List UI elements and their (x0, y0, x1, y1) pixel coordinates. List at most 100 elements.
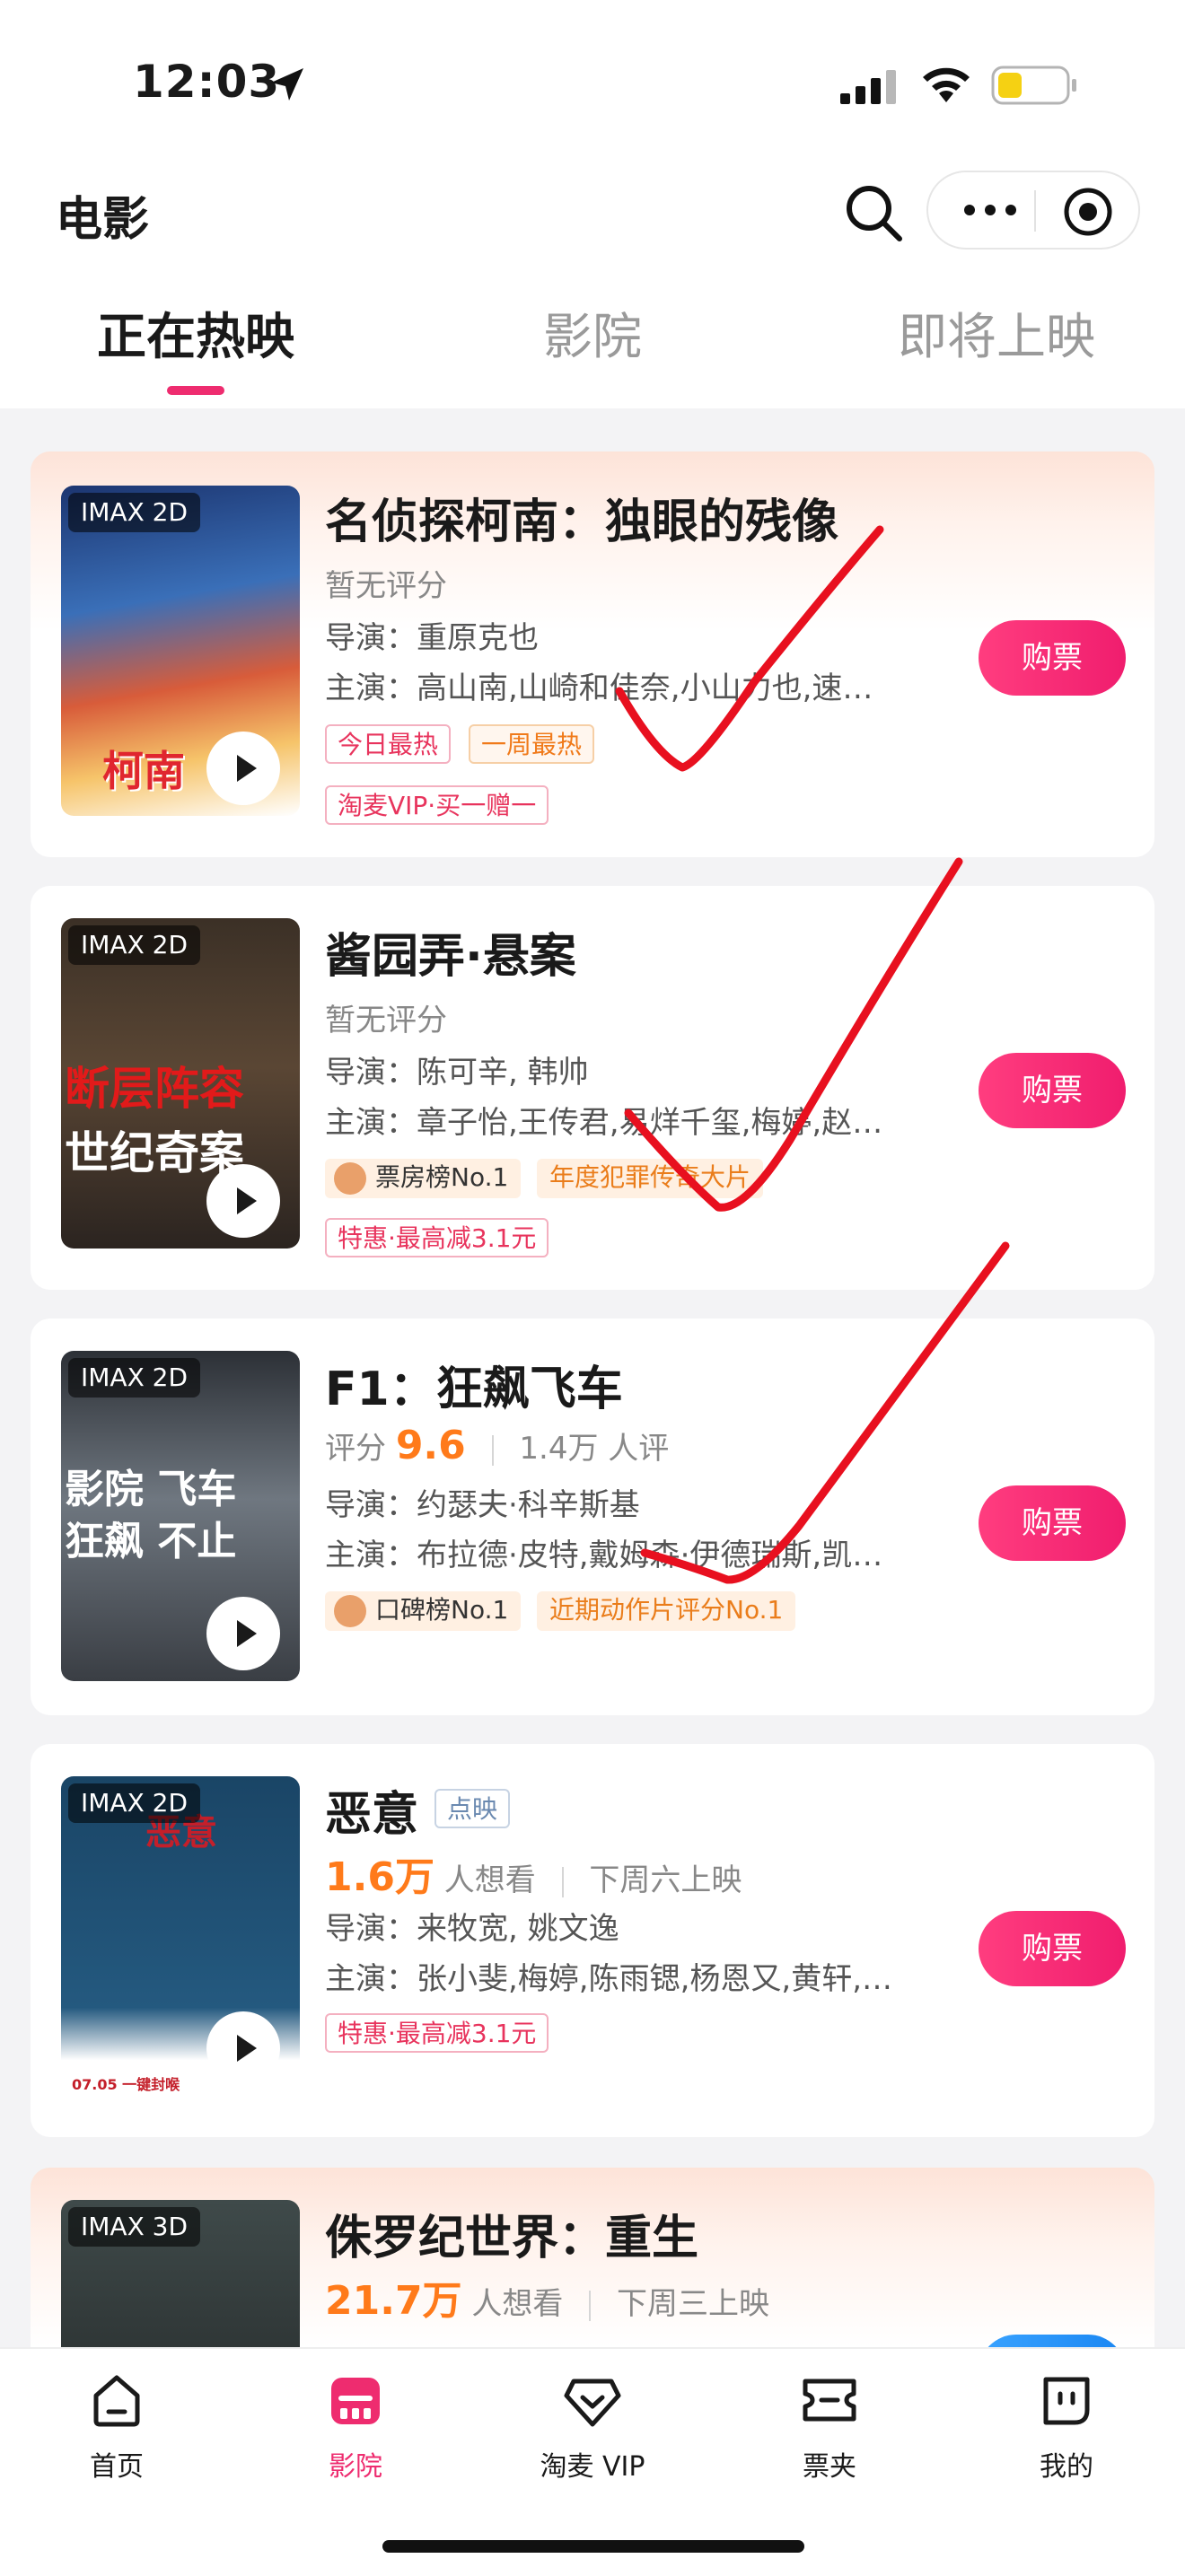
movie-card[interactable]: 断层阵容 世纪奇案 IMAX 2D 酱园弄·悬案 暂无评分 导演：陈可辛, 韩帅… (31, 886, 1154, 1290)
movie-card[interactable]: IMAX 3D 侏罗纪世界：重生 21.7万 人想看 下周三上映 (31, 2168, 1154, 2347)
movie-poster[interactable]: 断层阵容 世纪奇案 IMAX 2D (61, 918, 300, 1249)
director-text: 导演：重原克也 (325, 620, 539, 656)
nav-ticket-wallet[interactable]: 票夹 (749, 2369, 910, 2484)
movie-card[interactable]: 恶意 07.05 一键封喉 IMAX 2D 恶意 点映 1.6万 人想看 下周六… (31, 1744, 1154, 2137)
director-text: 导演：来牧宽, 姚文逸 (325, 1911, 619, 1947)
rank-tag-label: 票房榜No.1 (375, 1162, 509, 1192)
want-label: 人想看 (443, 1862, 536, 1898)
home-icon (93, 2375, 140, 2427)
search-icon[interactable] (842, 181, 907, 246)
wifi-icon (923, 67, 970, 102)
director-text: 导演：陈可辛, 韩帅 (325, 1055, 589, 1091)
format-badge: IMAX 3D (68, 2207, 201, 2247)
poster-title-art: 影院 飞车 (65, 1467, 237, 1512)
movie-card[interactable]: 影院 飞车 狂飙 不止 IMAX 2D F1：狂飙飞车 评分 9.6 1.4万 … (31, 1319, 1154, 1715)
rank-badge-icon (334, 1162, 366, 1195)
promo-tag: 淘麦VIP·买一赠一 (325, 785, 549, 825)
nav-vip[interactable]: 淘麦 VIP (512, 2369, 673, 2484)
cellular-signal-icon (840, 70, 896, 104)
movie-title: 酱园弄·悬案 (325, 930, 576, 984)
tab-cinemas[interactable]: 影院 (503, 296, 682, 377)
capsule-divider (1034, 190, 1036, 232)
director-text: 导演：约瑟夫·科辛斯基 (325, 1487, 640, 1523)
poster-title-art: 世纪奇案 (65, 1127, 244, 1179)
want-label: 人想看 (471, 2286, 564, 2322)
want-separator (561, 1866, 564, 1897)
movie-title: F1：狂飙飞车 (325, 1362, 623, 1416)
hot-week-tag: 一周最热 (469, 724, 595, 764)
genre-tag: 近期动作片评分No.1 (537, 1591, 796, 1631)
format-badge: IMAX 2D (68, 925, 201, 965)
status-bar: 12:03 (0, 0, 1185, 171)
diamond-icon (564, 2379, 621, 2427)
poster-title-art: 柯南 (102, 747, 185, 795)
want-count: 21.7万 (325, 2278, 462, 2324)
cast-text: 主演：高山南,山崎和佳奈,小山力也,速… (325, 670, 873, 706)
release-text: 下周六上映 (589, 1862, 742, 1898)
hot-today-tag: 今日最热 (325, 724, 452, 764)
format-badge: IMAX 2D (68, 493, 201, 532)
movie-poster[interactable]: 影院 飞车 狂飙 不止 IMAX 2D (61, 1351, 300, 1681)
movie-title: 恶意 (325, 1788, 419, 1842)
want-count: 1.6万 (325, 1854, 434, 1900)
poster-title-art: 断层阵容 (65, 1063, 244, 1115)
promo-tag: 特惠·最高减3.1元 (325, 2013, 549, 2053)
nav-label: 票夹 (803, 2451, 856, 2483)
presale-button[interactable] (979, 2335, 1126, 2347)
want-row: 21.7万 人想看 下周三上映 (325, 2268, 769, 2326)
movie-poster[interactable]: IMAX 3D (61, 2200, 300, 2347)
genre-tag: 年度犯罪传奇大片 (537, 1159, 764, 1198)
cast-text: 主演：张小斐,梅婷,陈雨锶,杨恩又,黄轩,… (325, 1961, 893, 1997)
location-arrow-icon (271, 68, 303, 101)
score-value: 9.6 (395, 1423, 466, 1468)
movie-poster[interactable]: 柯南 IMAX 2D (61, 486, 300, 816)
page-title: 电影 (56, 193, 150, 247)
nav-profile[interactable]: 我的 (986, 2369, 1147, 2484)
tab-coming-soon[interactable]: 即将上映 (880, 296, 1113, 377)
buy-ticket-button[interactable]: 购票 (979, 1053, 1126, 1128)
close-mini-program-icon[interactable] (1061, 185, 1115, 239)
play-trailer-icon[interactable] (206, 1164, 280, 1238)
release-text: 下周三上映 (617, 2286, 769, 2322)
score-row: 评分 9.6 1.4万 人评 (325, 1423, 669, 1468)
buy-ticket-button[interactable]: 购票 (979, 620, 1126, 696)
promo-tag: 特惠·最高减3.1元 (325, 1218, 549, 1257)
ticket-icon (803, 2379, 856, 2422)
movie-title: 侏罗纪世界：重生 (325, 2212, 699, 2265)
rank-badge-icon (334, 1595, 366, 1627)
cinema-icon (331, 2378, 380, 2424)
tab-now-showing[interactable]: 正在热映 (88, 296, 303, 377)
rating-text: 暂无评分 (325, 568, 447, 604)
battery-icon (991, 66, 1076, 105)
nav-label: 首页 (90, 2451, 144, 2483)
nav-home[interactable]: 首页 (36, 2369, 198, 2484)
format-badge: IMAX 2D (68, 1358, 201, 1398)
play-trailer-icon[interactable] (206, 1597, 280, 1670)
want-row: 1.6万 人想看 下周六上映 (325, 1844, 742, 1902)
play-trailer-icon[interactable] (206, 732, 280, 805)
status-time: 12:03 (133, 56, 281, 108)
buy-ticket-button[interactable]: 购票 (979, 1485, 1126, 1561)
score-separator (491, 1434, 494, 1466)
play-trailer-icon[interactable] (206, 2011, 280, 2085)
cast-text: 主演：布拉德·皮特,戴姆森·伊德瑞斯,凯… (325, 1538, 883, 1573)
score-label: 评分 (325, 1431, 386, 1467)
review-count: 1.4万 人评 (519, 1431, 670, 1467)
movie-poster[interactable]: 恶意 07.05 一键封喉 IMAX 2D (61, 1776, 300, 2107)
format-badge: IMAX 2D (68, 1783, 201, 1823)
movie-card[interactable]: 柯南 IMAX 2D 名侦探柯南：独眼的残像 暂无评分 导演：重原克也 主演：高… (31, 451, 1154, 857)
home-indicator[interactable] (382, 2540, 804, 2553)
want-separator (589, 2290, 592, 2321)
movie-list[interactable]: 柯南 IMAX 2D 名侦探柯南：独眼的残像 暂无评分 导演：重原克也 主演：高… (0, 408, 1185, 2347)
movie-title: 名侦探柯南：独眼的残像 (325, 495, 839, 549)
rating-text: 暂无评分 (325, 1003, 447, 1038)
more-options-icon[interactable] (959, 190, 1022, 230)
tab-bar: 正在热映 影院 即将上映 (0, 296, 1185, 408)
active-tab-indicator (167, 386, 224, 395)
poster-date-text: 07.05 一键封喉 (72, 2076, 180, 2093)
nav-cinemas[interactable]: 影院 (275, 2369, 436, 2484)
nav-label: 影院 (329, 2451, 382, 2483)
buy-ticket-button[interactable]: 购票 (979, 1911, 1126, 1986)
word-of-mouth-rank-tag: 口碑榜No.1 (325, 1591, 522, 1631)
poster-title-art: 狂飙 不止 (65, 1519, 237, 1564)
